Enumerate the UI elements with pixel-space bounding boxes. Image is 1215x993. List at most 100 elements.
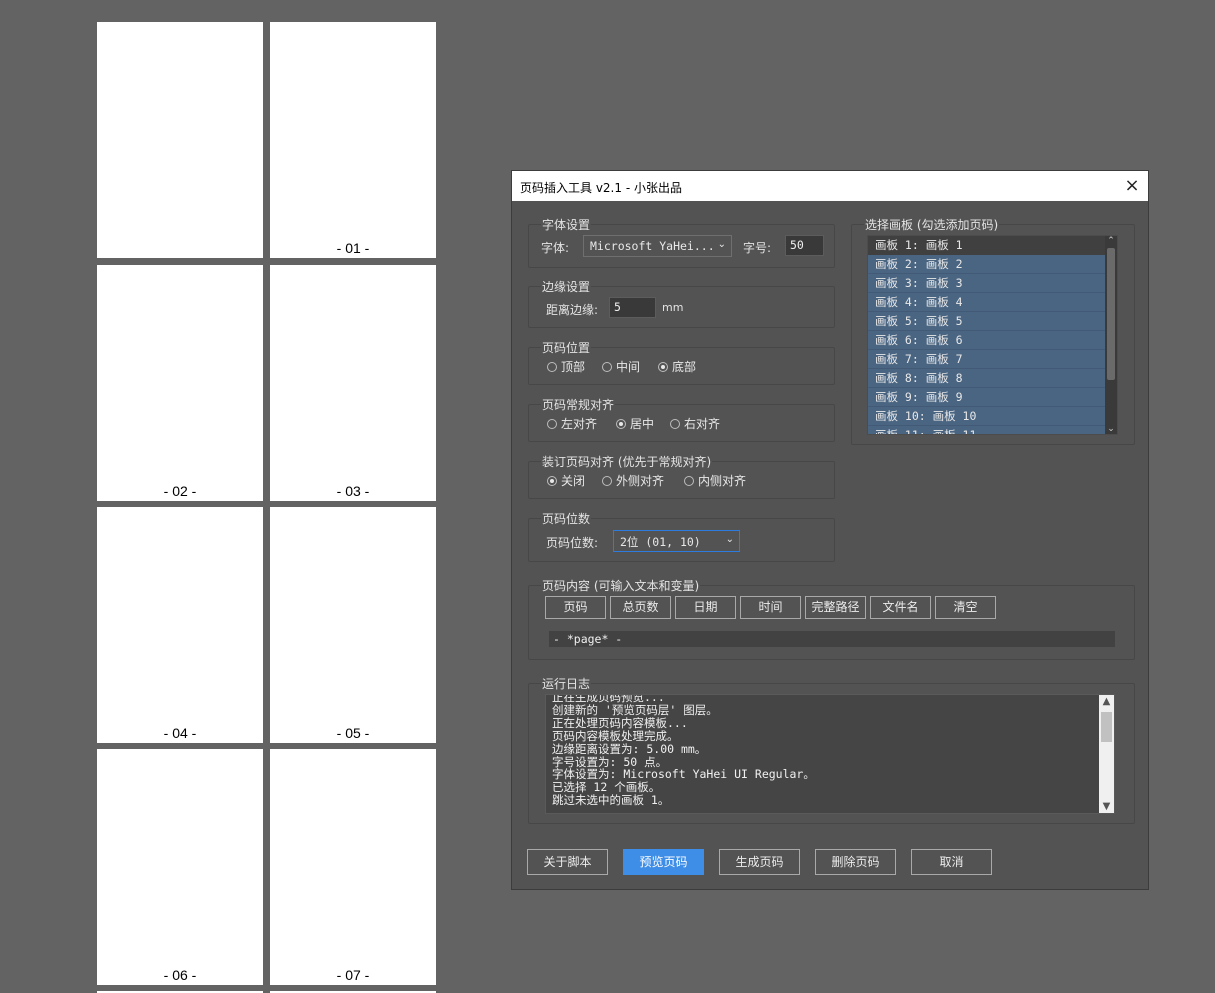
page-number: - 07 - bbox=[336, 967, 370, 983]
artboard-5[interactable]: - 05 - bbox=[270, 507, 436, 743]
radio-label: 关闭 bbox=[561, 474, 586, 488]
artboard-list-item[interactable]: 画板 6: 画板 6 bbox=[868, 331, 1117, 350]
artboard-list-item[interactable]: 画板 9: 画板 9 bbox=[868, 388, 1117, 407]
scroll-up-icon[interactable]: ⌃ bbox=[1105, 236, 1117, 246]
alignment-panel: 页码常规对齐 左对齐 居中 右对齐 bbox=[528, 396, 835, 442]
artboard-6[interactable]: - 06 - bbox=[97, 749, 263, 985]
panel-title: 选择画板 (勾选添加页码) bbox=[864, 216, 1000, 233]
log-panel: 运行日志 正在生成页码预览... 创建新的 '预览页码层' 图层。 正在处理页码内容… bbox=[528, 675, 1135, 824]
page-number: - 05 - bbox=[336, 725, 370, 741]
radio-icon bbox=[547, 361, 557, 372]
font-size-input[interactable]: 50 bbox=[785, 235, 824, 256]
dialog-title: 页码插入工具 v2.1 - 小张出品 bbox=[520, 181, 682, 195]
size-label: 字号: bbox=[743, 241, 772, 255]
content-template-input[interactable]: - *page* - bbox=[549, 631, 1115, 647]
radio-left-align[interactable]: 左对齐 bbox=[547, 415, 597, 432]
scroll-down-icon[interactable]: ⌄ bbox=[1105, 424, 1117, 434]
artboard-7[interactable]: - 07 - bbox=[270, 749, 436, 985]
cancel-button[interactable]: 取消 bbox=[911, 849, 992, 875]
close-icon[interactable]: × bbox=[1116, 171, 1148, 201]
artboard-2[interactable]: - 02 - bbox=[97, 265, 263, 501]
scroll-down-icon[interactable]: ▼ bbox=[1099, 801, 1114, 812]
log-textarea[interactable]: 正在生成页码预览... 创建新的 '预览页码层' 图层。 正在处理页码内容模板...… bbox=[545, 694, 1115, 814]
radio-label: 内侧对齐 bbox=[698, 474, 747, 488]
radio-label: 左对齐 bbox=[561, 417, 598, 431]
margin-settings-panel: 边缘设置 距离边缘: 5 mm bbox=[528, 278, 835, 328]
artboard-list-item[interactable]: 画板 8: 画板 8 bbox=[868, 369, 1117, 388]
radio-icon bbox=[547, 418, 557, 429]
radio-label: 居中 bbox=[630, 417, 655, 431]
log-scrollbar[interactable]: ▲ ▼ bbox=[1099, 695, 1114, 813]
radio-binding-inner[interactable]: 内侧对齐 bbox=[684, 472, 746, 489]
title-bar[interactable]: 页码插入工具 v2.1 - 小张出品 × bbox=[512, 171, 1148, 201]
artboard-list-item[interactable]: 画板 3: 画板 3 bbox=[868, 274, 1117, 293]
radio-label: 中间 bbox=[616, 360, 641, 374]
artboard-4[interactable]: - 04 - bbox=[97, 507, 263, 743]
scroll-thumb[interactable] bbox=[1107, 248, 1115, 380]
artboard-list-item[interactable]: 画板 4: 画板 4 bbox=[868, 293, 1117, 312]
panel-title: 边缘设置 bbox=[541, 278, 592, 295]
artboard-list-item[interactable]: 画板 5: 画板 5 bbox=[868, 312, 1117, 331]
radio-middle[interactable]: 中间 bbox=[602, 358, 640, 375]
artboard-list-item[interactable]: 画板 7: 画板 7 bbox=[868, 350, 1117, 369]
page-number: - 01 - bbox=[336, 240, 370, 256]
clear-button[interactable]: 清空 bbox=[935, 596, 996, 619]
preview-button[interactable]: 预览页码 bbox=[623, 849, 704, 875]
radio-label: 底部 bbox=[672, 360, 697, 374]
font-select[interactable]: Microsoft YaHei... ⌄ bbox=[583, 235, 732, 257]
about-button[interactable]: 关于脚本 bbox=[527, 849, 608, 875]
artboard-0[interactable] bbox=[97, 22, 263, 258]
artboard-list-item[interactable]: 画板 1: 画板 1 bbox=[868, 236, 1117, 255]
scroll-up-icon[interactable]: ▲ bbox=[1099, 696, 1114, 707]
digits-select[interactable]: 2位 (01, 10) ⌄ bbox=[613, 530, 740, 552]
radio-right-align[interactable]: 右对齐 bbox=[670, 415, 720, 432]
margin-distance-input[interactable]: 5 bbox=[609, 297, 656, 318]
log-line: 跳过未选中的画板 1。 bbox=[552, 793, 670, 808]
radio-binding-off[interactable]: 关闭 bbox=[547, 472, 585, 489]
generate-button[interactable]: 生成页码 bbox=[719, 849, 800, 875]
digits-value: 2位 (01, 10) bbox=[620, 535, 701, 549]
radio-bottom[interactable]: 底部 bbox=[658, 358, 696, 375]
delete-button[interactable]: 删除页码 bbox=[815, 849, 896, 875]
unit-label: mm bbox=[662, 301, 684, 314]
artboard-list-item[interactable]: 画板 11: 画板 11 bbox=[868, 426, 1117, 434]
digits-panel: 页码位数 页码位数: 2位 (01, 10) ⌄ bbox=[528, 510, 835, 562]
radio-icon bbox=[602, 361, 612, 372]
page-number-dialog: 页码插入工具 v2.1 - 小张出品 × 字体设置 字体: Microsoft … bbox=[511, 170, 1149, 890]
radio-label: 顶部 bbox=[561, 360, 586, 374]
insert-total-pages-button[interactable]: 总页数 bbox=[610, 596, 671, 619]
panel-title: 字体设置 bbox=[541, 216, 592, 233]
insert-full-path-button[interactable]: 完整路径 bbox=[805, 596, 866, 619]
radio-icon bbox=[670, 418, 680, 429]
binding-alignment-panel: 装订页码对齐 (优先于常规对齐) 关闭 外侧对齐 内侧对齐 bbox=[528, 453, 835, 499]
insert-page-button[interactable]: 页码 bbox=[545, 596, 606, 619]
log-line: 页码内容模板处理完成。 bbox=[552, 728, 679, 743]
panel-title: 页码位数 bbox=[541, 510, 592, 527]
chevron-down-icon: ⌄ bbox=[725, 534, 734, 545]
page-number: - 04 - bbox=[163, 725, 197, 741]
insert-time-button[interactable]: 时间 bbox=[740, 596, 801, 619]
artboard-1[interactable]: - 01 - bbox=[270, 22, 436, 258]
radio-label: 右对齐 bbox=[684, 417, 721, 431]
panel-title: 页码常规对齐 bbox=[541, 396, 616, 413]
artboard-list[interactable]: 画板 1: 画板 1 画板 2: 画板 2 画板 3: 画板 3 画板 4: 画板 4… bbox=[867, 235, 1118, 435]
artboard-select-panel: 选择画板 (勾选添加页码) 画板 1: 画板 1 画板 2: 画板 2 画板 3: … bbox=[851, 216, 1135, 445]
chevron-down-icon: ⌄ bbox=[717, 239, 726, 250]
artboard-list-item[interactable]: 画板 10: 画板 10 bbox=[868, 407, 1117, 426]
radio-center-align[interactable]: 居中 bbox=[616, 415, 654, 432]
page-number: - 02 - bbox=[163, 483, 197, 499]
font-settings-panel: 字体设置 字体: Microsoft YaHei... ⌄ 字号: 50 bbox=[528, 216, 835, 268]
list-scrollbar[interactable]: ⌃ ⌄ bbox=[1105, 236, 1117, 434]
distance-label: 距离边缘: bbox=[546, 303, 599, 317]
artboard-3[interactable]: - 03 - bbox=[270, 265, 436, 501]
panel-title: 装订页码对齐 (优先于常规对齐) bbox=[541, 453, 713, 470]
digits-label: 页码位数: bbox=[546, 536, 599, 550]
radio-icon bbox=[547, 475, 557, 486]
radio-binding-outer[interactable]: 外侧对齐 bbox=[602, 472, 664, 489]
radio-top[interactable]: 顶部 bbox=[547, 358, 585, 375]
insert-filename-button[interactable]: 文件名 bbox=[870, 596, 931, 619]
panel-title: 页码位置 bbox=[541, 339, 592, 356]
scroll-thumb[interactable] bbox=[1101, 712, 1112, 742]
artboard-list-item[interactable]: 画板 2: 画板 2 bbox=[868, 255, 1117, 274]
insert-date-button[interactable]: 日期 bbox=[675, 596, 736, 619]
